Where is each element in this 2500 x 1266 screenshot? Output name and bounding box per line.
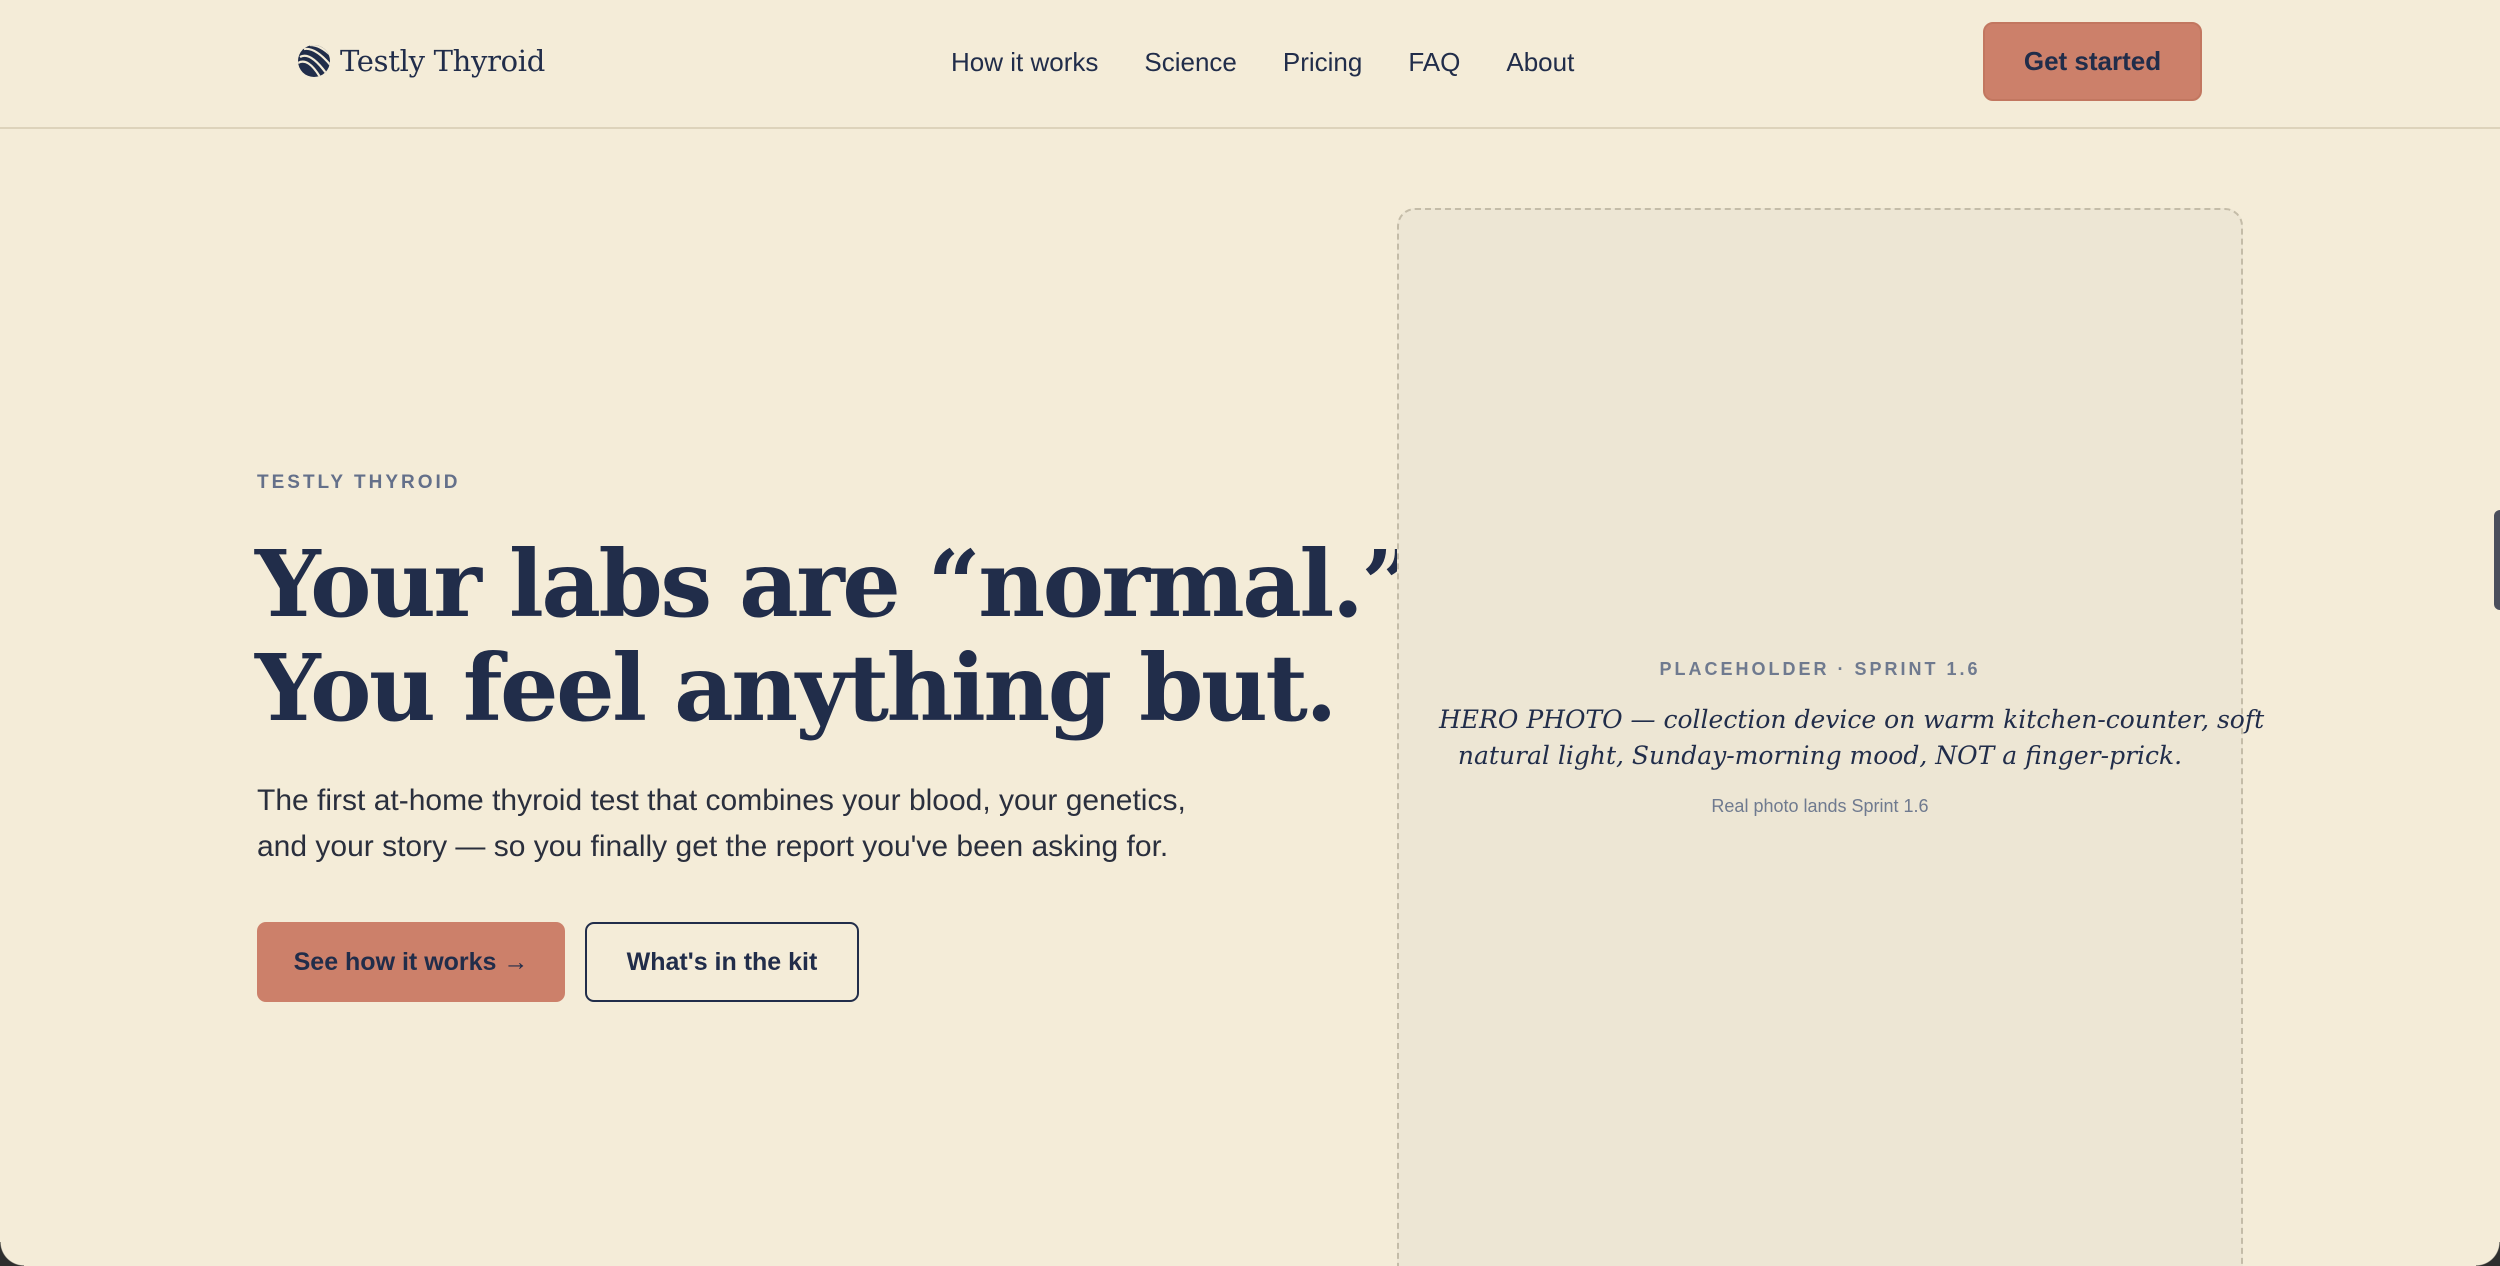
brand-name: Testly Thyroid xyxy=(340,44,546,78)
placeholder-note: Real photo lands Sprint 1.6 xyxy=(1711,796,1929,816)
nav-about[interactable]: About xyxy=(1506,44,1574,80)
window-corner-right xyxy=(2476,1242,2500,1266)
placeholder-description-line-1: HERO PHOTO — collection device on warm k… xyxy=(1439,705,2265,734)
subtitle-line-1: The first at-home thyroid test that comb… xyxy=(257,784,1186,817)
window-corner-left xyxy=(0,1242,24,1266)
hero-subtitle: The first at-home thyroid test that comb… xyxy=(257,778,1237,870)
hero-photo-placeholder: PLACEHOLDER · SPRINT 1.6 HERO PHOTO — co… xyxy=(1397,208,2265,1266)
placeholder-label: PLACEHOLDER · SPRINT 1.6 xyxy=(1659,659,1981,679)
headline-line-2: You feel anything but. xyxy=(255,634,1337,742)
hero-headline: Your labs are “normal.” You feel anythin… xyxy=(255,530,1414,742)
hero-eyebrow: TESTLY THYROID xyxy=(257,472,461,493)
landing-page: Testly Thyroid How it works Science Pric… xyxy=(0,0,2500,1266)
nav-how-it-works[interactable]: How it works xyxy=(951,44,1098,80)
get-started-button[interactable]: Get started xyxy=(1983,22,2202,101)
placeholder-description: HERO PHOTO — collection device on warm k… xyxy=(1439,702,2265,774)
nav-faq[interactable]: FAQ xyxy=(1408,44,1460,80)
side-panel-handle[interactable] xyxy=(2494,510,2500,610)
brand-logo-link[interactable]: Testly Thyroid xyxy=(296,40,545,82)
placeholder-description-line-2: natural light, Sunday-morning mood, NOT … xyxy=(1457,741,2183,770)
subtitle-line-2: and your story — so you finally get the … xyxy=(257,830,1169,863)
striped-globe-logo-icon xyxy=(298,45,330,77)
whats-in-the-kit-button[interactable]: What's in the kit xyxy=(585,922,859,1002)
nav-science[interactable]: Science xyxy=(1144,44,1237,80)
top-navbar: Testly Thyroid How it works Science Pric… xyxy=(0,0,2500,129)
nav-pricing[interactable]: Pricing xyxy=(1283,44,1362,80)
see-how-it-works-button[interactable]: See how it works → xyxy=(257,922,565,1002)
headline-line-1: Your labs are “normal.” xyxy=(255,530,1414,638)
main-nav: How it works Science Pricing FAQ About xyxy=(951,44,1574,80)
